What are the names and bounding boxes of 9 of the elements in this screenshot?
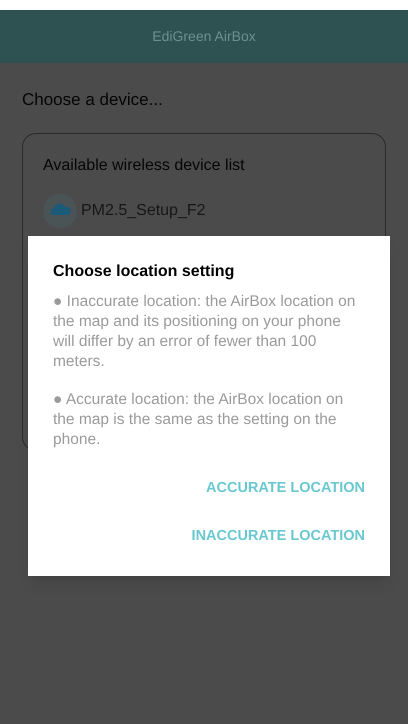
dialog-paragraph: ● Accurate location: the AirBox location on the map is the same as the setting on the phone. xyxy=(53,390,344,450)
cloud-icon xyxy=(43,194,77,228)
dialog-paragraph: ● Inaccurate location: the AirBox location on the map and its positioning on your phone will differ by an error of fewer than 100 meters. xyxy=(53,292,356,372)
dialog-action-button[interactable]: INACCURATE LOCATION xyxy=(192,518,365,556)
dialog-action-button[interactable]: ACCURATE LOCATION xyxy=(206,470,365,508)
device-list-title: Available wireless device list xyxy=(43,156,246,176)
prompt-text: Choose a device... xyxy=(22,89,164,111)
app-title: EdiGreen AirBox xyxy=(152,27,256,46)
dialog-title: Choose location setting xyxy=(53,262,236,282)
